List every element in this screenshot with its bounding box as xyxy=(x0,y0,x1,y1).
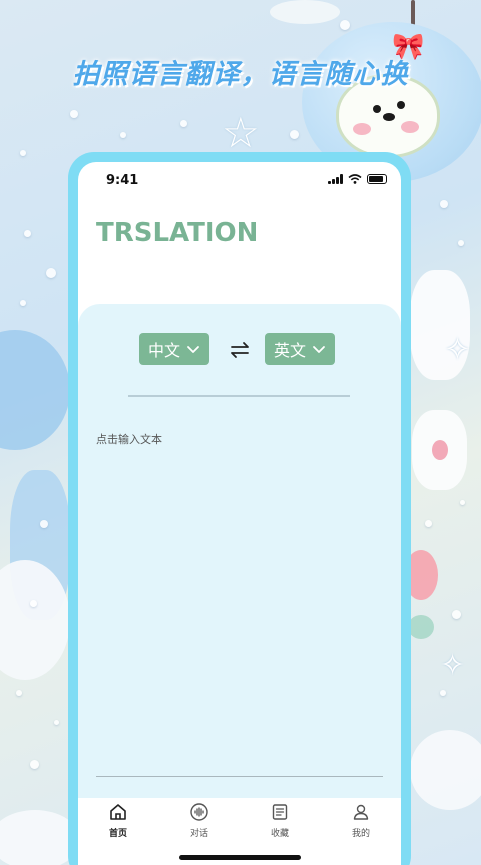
divider xyxy=(128,395,350,397)
status-icons xyxy=(328,174,387,184)
app-title: TRSLATION xyxy=(96,218,259,248)
target-language-select[interactable]: 英文 xyxy=(265,333,336,365)
chevron-down-icon xyxy=(313,346,325,353)
tab-favorites[interactable]: 收藏 xyxy=(255,802,305,839)
source-language-label: 中文 xyxy=(148,341,181,360)
tab-home-label: 首页 xyxy=(108,829,127,839)
tab-favorites-label: 收藏 xyxy=(270,829,289,839)
wifi-icon xyxy=(348,174,362,184)
sparkle-decoration-icon: ✧ xyxy=(444,330,471,368)
profile-icon xyxy=(353,804,369,820)
banner-headline: 拍照语言翻译，语言随心换 xyxy=(72,59,409,90)
voice-chat-icon xyxy=(190,803,208,821)
tab-profile[interactable]: 我的 xyxy=(336,802,386,839)
divider xyxy=(96,776,383,777)
chevron-down-icon xyxy=(187,346,199,353)
star-decoration-icon: ☆ xyxy=(222,108,260,157)
favorites-list-icon xyxy=(272,804,288,820)
cellular-signal-icon xyxy=(328,174,343,184)
battery-icon xyxy=(367,174,387,184)
source-language-select[interactable]: 中文 xyxy=(139,333,210,365)
target-language-label: 英文 xyxy=(274,341,307,360)
tab-home[interactable]: 首页 xyxy=(93,802,143,839)
sparkle-decoration-icon: ✧ xyxy=(440,648,466,683)
home-indicator xyxy=(179,855,301,860)
status-time: 9:41 xyxy=(106,173,139,188)
tab-chat-label: 对话 xyxy=(189,829,208,839)
tab-chat[interactable]: 对话 xyxy=(174,802,224,839)
app-screen: 9:41 TRSLATION 中文 英文 点击输入文本 首页 对话 收藏 我的 xyxy=(78,162,401,865)
swap-languages-icon[interactable] xyxy=(228,338,252,362)
translation-panel: 中文 英文 xyxy=(78,304,401,824)
home-icon xyxy=(110,804,126,820)
text-input[interactable] xyxy=(96,431,382,771)
tab-profile-label: 我的 xyxy=(351,829,370,839)
status-bar: 9:41 xyxy=(78,162,401,198)
